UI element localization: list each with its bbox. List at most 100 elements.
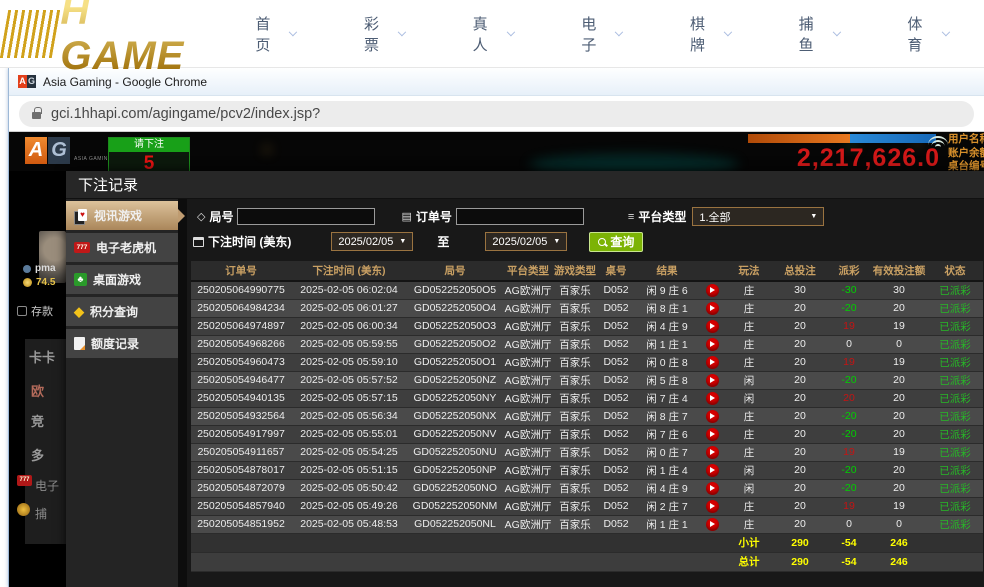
nav-item-home[interactable]: 首页	[221, 0, 330, 68]
cell-round: GD052252050NV	[407, 425, 503, 443]
nav-item-fishing[interactable]: 捕鱼	[765, 0, 874, 68]
deposit-item[interactable]: 存款	[17, 303, 53, 319]
nav-item-lottery[interactable]: 彩票	[330, 0, 439, 68]
cell-total-bet: 20	[773, 461, 827, 479]
table-row[interactable]: 250205054946477 2025-02-05 05:57:52 GD05…	[191, 371, 983, 389]
game-topbar: A G ASIA GAMING 请下注 5 2,217,626.0 用户名称 账…	[9, 132, 984, 172]
cell-platform: AG欧洲厅	[503, 371, 553, 389]
nav-item-electronic[interactable]: 电子	[547, 0, 656, 68]
table-row[interactable]: 250205054968266 2025-02-05 05:59:55 GD05…	[191, 335, 983, 353]
table-row[interactable]: 250205054857940 2025-02-05 05:49:26 GD05…	[191, 497, 983, 515]
cell-game: 百家乐	[553, 479, 597, 497]
replay-video-icon[interactable]	[706, 374, 719, 387]
replay-video-icon[interactable]	[706, 338, 719, 351]
browser-window: AG Asia Gaming - Google Chrome gci.1hhap…	[8, 68, 984, 587]
cell-total-bet: 20	[773, 335, 827, 353]
table-row[interactable]: 250205064974897 2025-02-05 06:00:34 GD05…	[191, 317, 983, 335]
cell-result: 闲 8 庄 7	[635, 407, 699, 425]
cell-round: GD052252050O5	[407, 281, 503, 299]
replay-video-icon[interactable]	[706, 284, 719, 297]
cell-time: 2025-02-05 05:49:26	[291, 497, 407, 515]
replay-video-icon[interactable]	[706, 320, 719, 333]
date-to-select[interactable]: 2025/02/05 ▼	[485, 232, 567, 251]
cell-status: 已派彩	[927, 371, 983, 389]
replay-video-icon[interactable]	[706, 302, 719, 315]
col-game: 游戏类型	[553, 261, 597, 281]
menu-item-partial[interactable]: 竞	[31, 411, 44, 430]
table-row[interactable]: 250205054917997 2025-02-05 05:55:01 GD05…	[191, 425, 983, 443]
table-row[interactable]: 250205054878017 2025-02-05 05:51:15 GD05…	[191, 461, 983, 479]
sidebar-item-table-games[interactable]: ♣ 桌面游戏	[66, 265, 178, 294]
table-row[interactable]: 250205064984234 2025-02-05 06:01:27 GD05…	[191, 299, 983, 317]
cell-platform: AG欧洲厅	[503, 425, 553, 443]
replay-video-icon[interactable]	[706, 410, 719, 423]
table-row[interactable]: 250205054911657 2025-02-05 05:54:25 GD05…	[191, 443, 983, 461]
table-row[interactable]: 250205054932564 2025-02-05 05:56:34 GD05…	[191, 407, 983, 425]
slot-icon: 777	[17, 475, 32, 486]
order-input[interactable]	[456, 208, 584, 225]
query-button[interactable]: 查询	[589, 232, 643, 252]
nav-item-live[interactable]: 真人	[439, 0, 548, 68]
round-input[interactable]	[237, 208, 375, 225]
cell-replay	[699, 281, 725, 299]
table-row[interactable]: 250205054960473 2025-02-05 05:59:10 GD05…	[191, 353, 983, 371]
menu-item-partial[interactable]: 多	[31, 445, 44, 464]
cell-replay	[699, 425, 725, 443]
cell-valid-bet: 19	[871, 443, 927, 461]
replay-video-icon[interactable]	[706, 464, 719, 477]
cell-table-no: D052	[597, 281, 635, 299]
browser-urlbar: gci.1hhapi.com/agingame/pcv2/index.jsp?	[9, 96, 984, 132]
wifi-icon	[928, 136, 948, 150]
table-row[interactable]: 250205054872079 2025-02-05 05:50:42 GD05…	[191, 479, 983, 497]
cell-payout: 0	[827, 335, 871, 353]
logo-text: H GAME	[60, 0, 221, 79]
cell-payout: 19	[827, 317, 871, 335]
replay-video-icon[interactable]	[706, 428, 719, 441]
replay-video-icon[interactable]	[706, 446, 719, 459]
slot-777-icon: 777	[74, 242, 90, 253]
nav-item-chess[interactable]: 棋牌	[656, 0, 765, 68]
cell-status: 已派彩	[927, 317, 983, 335]
sidebar-item-slots[interactable]: 777 电子老虎机	[66, 233, 178, 262]
person-icon	[23, 265, 31, 273]
menu-item-partial[interactable]: 欧	[31, 381, 44, 400]
url-input[interactable]: gci.1hhapi.com/agingame/pcv2/index.jsp?	[19, 101, 974, 127]
nav-item-sports[interactable]: 体育	[873, 0, 982, 68]
sidebar-item-points-query[interactable]: ◆ 积分查询	[66, 297, 178, 326]
cell-platform: AG欧洲厅	[503, 497, 553, 515]
sidebar-item-quota-records[interactable]: 额度记录	[66, 329, 178, 358]
bet-banner-label: 请下注	[109, 138, 189, 152]
document-icon	[74, 337, 85, 350]
table-row[interactable]: 250205054851952 2025-02-05 05:48:53 GD05…	[191, 515, 983, 533]
deposit-icon	[17, 306, 27, 316]
menu-item-partial[interactable]: 捕	[35, 505, 47, 522]
cell-platform: AG欧洲厅	[503, 317, 553, 335]
replay-video-icon[interactable]	[706, 518, 719, 531]
cell-platform: AG欧洲厅	[503, 461, 553, 479]
progress-orange	[748, 134, 850, 143]
cell-payout: 19	[827, 443, 871, 461]
cell-round: GD052252050O3	[407, 317, 503, 335]
replay-video-icon[interactable]	[706, 482, 719, 495]
replay-video-icon[interactable]	[706, 500, 719, 513]
cell-play: 庄	[725, 335, 773, 353]
cell-result: 闲 8 庄 1	[635, 299, 699, 317]
cell-replay	[699, 407, 725, 425]
replay-video-icon[interactable]	[706, 392, 719, 405]
grand-total-row: 总计 290 -54 246	[191, 552, 983, 571]
replay-video-icon[interactable]	[706, 356, 719, 369]
cell-round: GD052252050NP	[407, 461, 503, 479]
cell-round: GD052252050O4	[407, 299, 503, 317]
sidebar-item-video-games[interactable]: 视讯游戏	[66, 201, 178, 230]
table-row[interactable]: 250205064990775 2025-02-05 06:02:04 GD05…	[191, 281, 983, 299]
cell-time: 2025-02-05 05:59:10	[291, 353, 407, 371]
caret-down-icon: ▼	[810, 213, 817, 220]
platform-type-select[interactable]: 1.全部 ▼	[692, 207, 824, 226]
date-from-select[interactable]: 2025/02/05 ▼	[331, 232, 413, 251]
table-row[interactable]: 250205054940135 2025-02-05 05:57:15 GD05…	[191, 389, 983, 407]
menu-item-partial[interactable]: 卡卡	[29, 347, 55, 366]
cell-play: 庄	[725, 497, 773, 515]
menu-item-partial[interactable]: 电子	[35, 477, 59, 494]
play-triangle-icon	[710, 287, 715, 293]
subtotal-valid-bet: 246	[871, 533, 927, 552]
